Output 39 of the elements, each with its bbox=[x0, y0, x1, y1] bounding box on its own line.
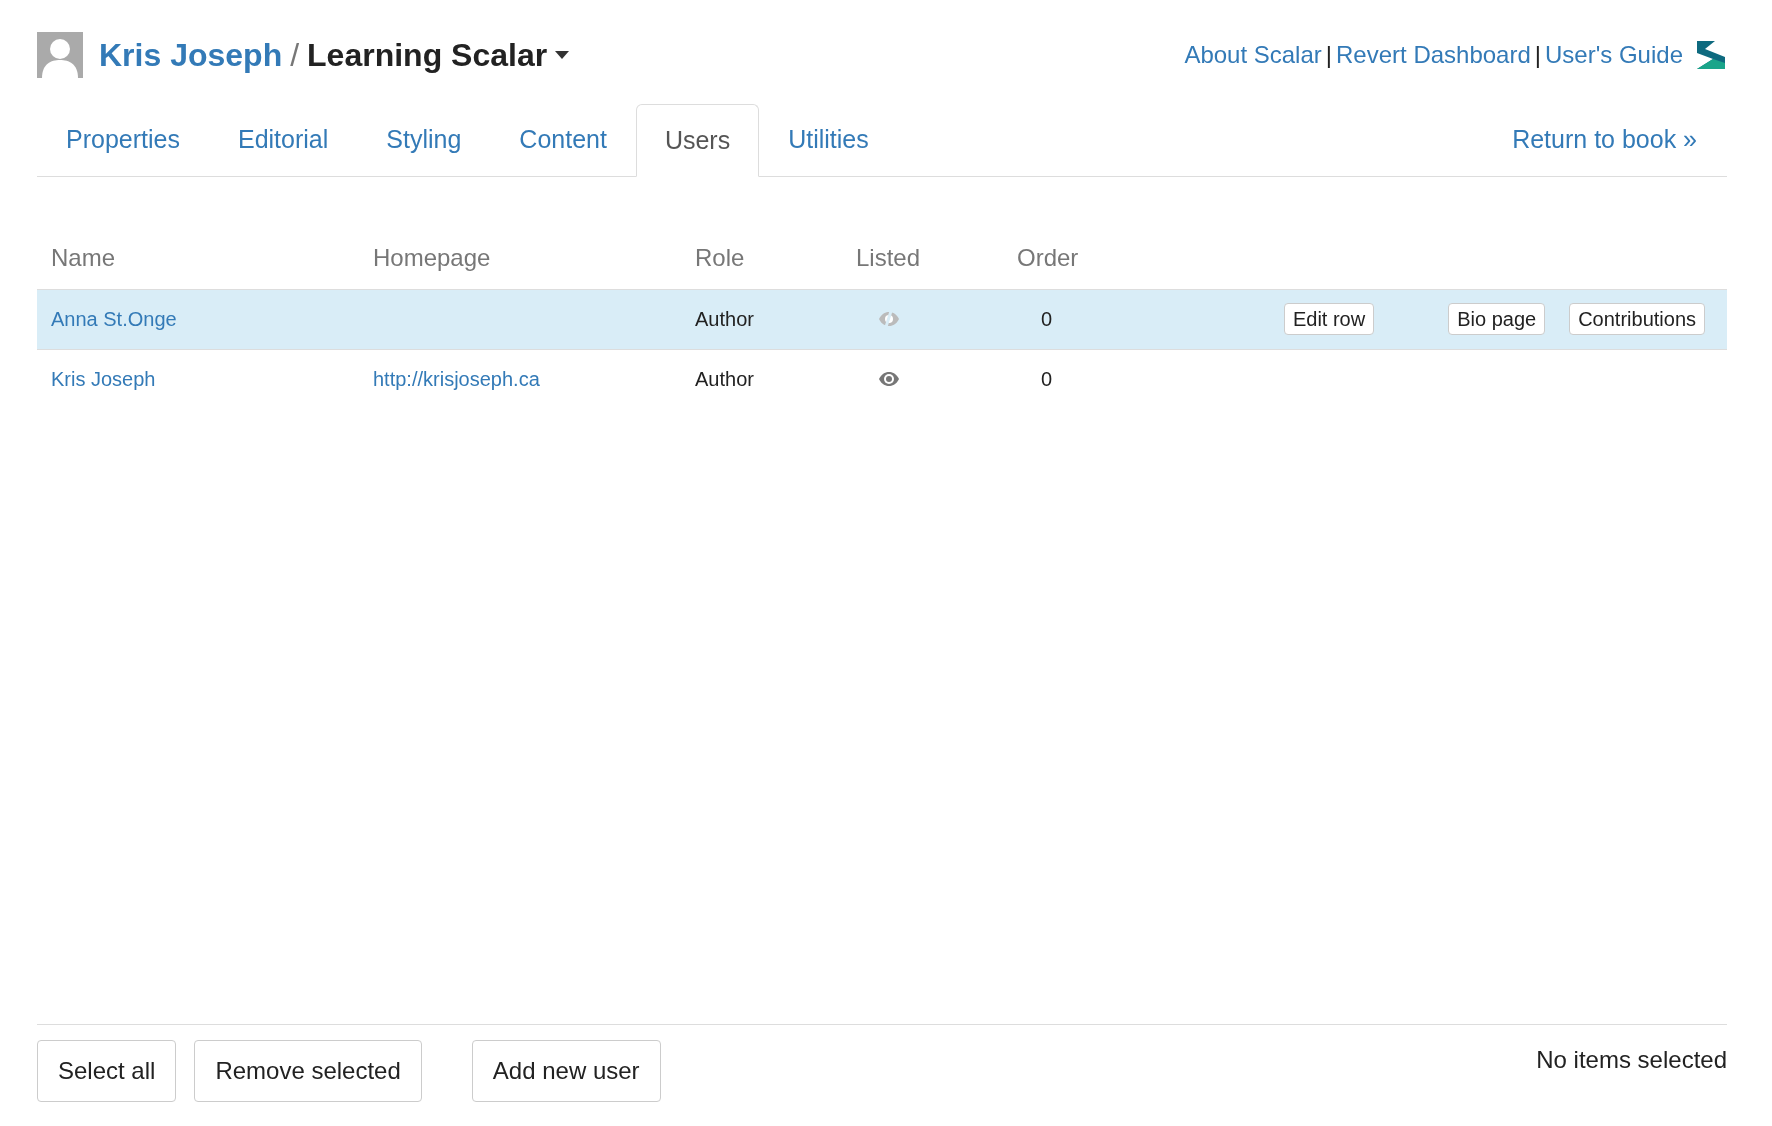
user-name-link[interactable]: Kris Joseph bbox=[51, 368, 156, 391]
header-link[interactable]: User's Guide bbox=[1545, 37, 1683, 73]
link-separator: | bbox=[1325, 40, 1333, 70]
eye-icon[interactable] bbox=[878, 370, 900, 389]
return-to-book-link[interactable]: Return to book » bbox=[1512, 120, 1697, 158]
breadcrumb-separator: / bbox=[290, 36, 300, 75]
column-header: Order bbox=[1017, 243, 1079, 271]
column-header: Name bbox=[51, 243, 116, 271]
selection-status: No items selected bbox=[1536, 1045, 1727, 1075]
row-action-button[interactable]: Contributions bbox=[1569, 303, 1705, 335]
footer-button[interactable]: Remove selected bbox=[194, 1040, 422, 1102]
column-header: Homepage bbox=[373, 243, 491, 271]
homepage-link[interactable]: http://krisjoseph.ca bbox=[373, 368, 540, 391]
footer-button[interactable]: Add new user bbox=[471, 1040, 661, 1102]
tab[interactable]: Users bbox=[635, 104, 760, 177]
link-separator: | bbox=[1534, 40, 1542, 70]
user-name-link[interactable]: Anna St.Onge bbox=[51, 308, 177, 330]
tab[interactable]: Content bbox=[490, 103, 636, 176]
column-header: Role bbox=[695, 243, 745, 271]
row-action-button[interactable]: Edit row bbox=[1283, 303, 1375, 335]
column-header: Listed bbox=[856, 243, 921, 271]
user-link[interactable]: Kris Joseph bbox=[99, 31, 283, 79]
header-link[interactable]: Revert Dashboard bbox=[1336, 37, 1531, 73]
row-action-button[interactable]: Bio page bbox=[1448, 303, 1546, 335]
header-link[interactable]: About Scalar bbox=[1184, 37, 1322, 73]
book-title: Learning Scalar bbox=[307, 36, 548, 75]
footer-button[interactable]: Select all bbox=[37, 1040, 177, 1102]
table-row[interactable]: Kris Joseph http://krisjoseph.ca Author 0 bbox=[37, 349, 1727, 409]
order-value: 0 bbox=[1041, 308, 1053, 330]
logo-icon[interactable] bbox=[1695, 39, 1727, 71]
caret-icon[interactable] bbox=[555, 51, 570, 59]
tab[interactable]: Editorial bbox=[208, 103, 358, 176]
avatar-icon bbox=[37, 32, 83, 78]
order-value: 0 bbox=[1041, 368, 1053, 391]
role-text: Author bbox=[695, 308, 754, 330]
tab[interactable]: Properties bbox=[37, 103, 209, 176]
role-text: Author bbox=[695, 368, 754, 391]
tab[interactable]: Utilities bbox=[759, 103, 898, 176]
tab[interactable]: Styling bbox=[357, 103, 491, 176]
